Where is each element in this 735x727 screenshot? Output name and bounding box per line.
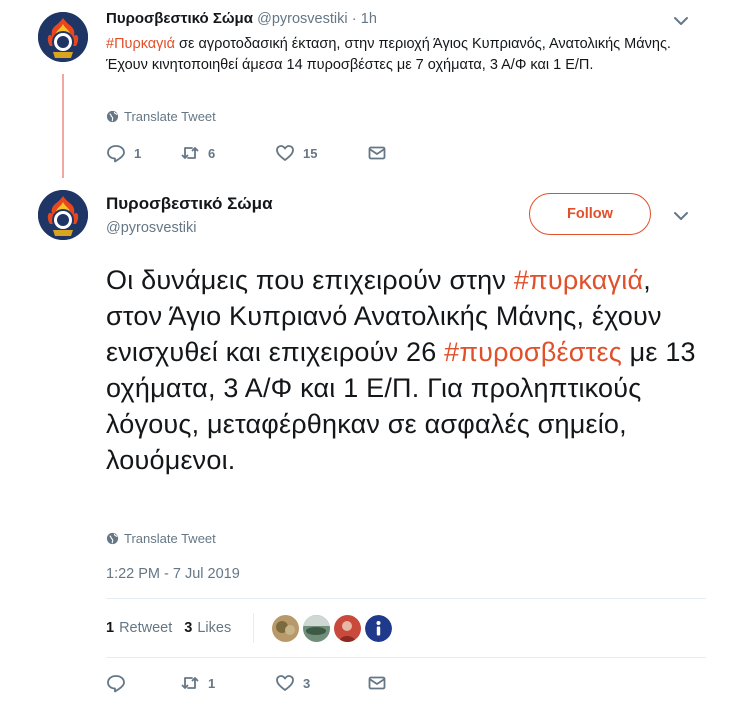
reply-button[interactable]: [106, 673, 180, 693]
like-stat-count: 3: [184, 620, 193, 636]
tweet-time[interactable]: 1h: [361, 11, 377, 27]
hashtag-link[interactable]: #Πυρκαγιά: [106, 36, 175, 52]
liker-avatars: [272, 614, 393, 642]
chevron-down-icon[interactable]: [672, 12, 690, 30]
chevron-down-icon[interactable]: [672, 207, 690, 225]
like-count: 3: [303, 675, 311, 691]
translate-label: Translate Tweet: [124, 531, 216, 546]
display-name[interactable]: Πυροσβεστικό Σώμα: [106, 10, 253, 27]
like-stat[interactable]: 3 Likes: [184, 620, 231, 636]
like-count: 15: [303, 145, 318, 161]
retweet-stat-label: Retweet: [119, 620, 173, 636]
info-icon: [365, 614, 393, 642]
handle[interactable]: @pyrosvestiki: [106, 220, 196, 236]
globe-icon: [106, 532, 119, 545]
liker-avatar[interactable]: [272, 614, 300, 642]
dm-icon: [368, 146, 386, 160]
tweet-text: #Πυρκαγιά σε αγροτοδασική έκταση, στην π…: [106, 34, 696, 76]
tweet-text-content: σε αγροτοδασική έκταση, στην περιοχή Άγι…: [106, 36, 671, 73]
stats-separator: [253, 613, 255, 643]
tweet-actions: 1 6 15: [106, 143, 387, 163]
reply-icon: [107, 145, 125, 163]
retweet-count: 1: [208, 675, 216, 691]
liker-avatar-image: [334, 614, 362, 642]
retweet-icon: [181, 147, 199, 159]
liker-avatar-image: [303, 614, 331, 642]
divider: [106, 657, 706, 658]
tweet-stats: 1 Retweet 3 Likes: [106, 613, 393, 643]
divider: [106, 598, 706, 599]
liker-avatar[interactable]: [334, 614, 362, 642]
tweet-header: Πυροσβεστικό Σώμα @pyrosvestiki · 1h: [106, 10, 377, 27]
reply-icon: [107, 675, 125, 693]
avatar[interactable]: [38, 12, 88, 62]
tweet-text-part: Οι δυνάμεις που επιχειρούν στην: [106, 265, 514, 295]
reply-button[interactable]: 1: [106, 143, 180, 163]
dm-icon: [368, 676, 386, 690]
like-stat-label: Likes: [197, 620, 232, 636]
display-name[interactable]: Πυροσβεστικό Σώμα: [106, 194, 273, 214]
like-button[interactable]: 3: [275, 673, 367, 693]
thread-connector: [62, 74, 64, 178]
like-icon: [276, 145, 294, 161]
tweet-text: Οι δυνάμεις που επιχειρούν στην #πυρκαγι…: [106, 262, 706, 478]
like-button[interactable]: 15: [275, 143, 367, 163]
retweet-stat-count: 1: [106, 620, 115, 636]
translate-tweet-link[interactable]: Translate Tweet: [106, 109, 216, 124]
hashtag-link[interactable]: #πυρκαγιά: [514, 265, 643, 295]
fire-service-emblem-icon: [38, 190, 88, 240]
retweet-stat[interactable]: 1 Retweet: [106, 620, 172, 636]
retweet-button[interactable]: 1: [180, 673, 275, 693]
globe-icon: [106, 110, 119, 123]
avatar[interactable]: [38, 190, 88, 240]
direct-message-button[interactable]: [367, 673, 387, 693]
handle[interactable]: @pyrosvestiki: [257, 11, 347, 27]
translate-tweet-link[interactable]: Translate Tweet: [106, 531, 216, 546]
follow-button[interactable]: Follow: [529, 193, 651, 235]
liker-avatar[interactable]: [365, 614, 393, 642]
liker-avatar[interactable]: [303, 614, 331, 642]
reply-count: 1: [134, 145, 142, 161]
direct-message-button[interactable]: [367, 143, 387, 163]
liker-avatar-image: [272, 614, 300, 642]
retweet-button[interactable]: 6: [180, 143, 275, 163]
retweet-icon: [181, 677, 199, 689]
retweet-count: 6: [208, 145, 216, 161]
tweet-actions: 1 3: [106, 673, 387, 693]
hashtag-link[interactable]: #πυροσβέστες: [444, 337, 622, 367]
like-icon: [276, 675, 294, 691]
separator: ·: [351, 11, 357, 27]
fire-service-emblem-icon: [38, 12, 88, 62]
tweet-timestamp[interactable]: 1:22 PM - 7 Jul 2019: [106, 566, 240, 582]
translate-label: Translate Tweet: [124, 109, 216, 124]
